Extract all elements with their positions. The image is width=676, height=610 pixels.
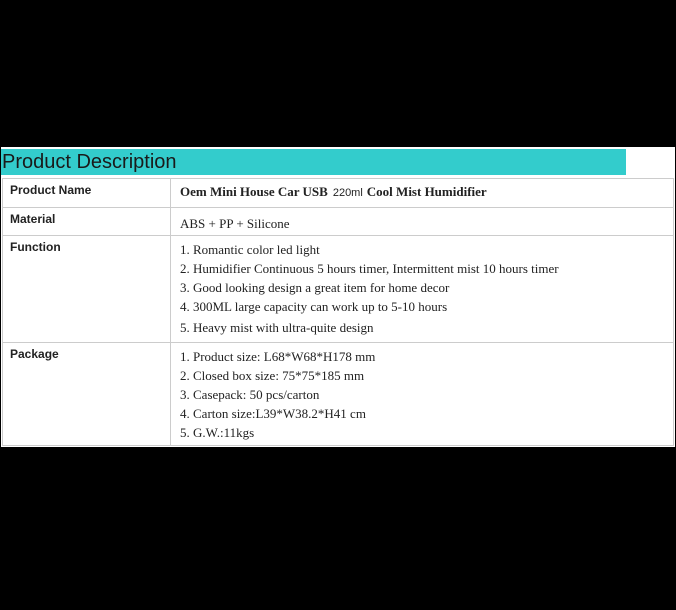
product-capacity: 220ml bbox=[332, 187, 363, 199]
function-item: 2. Humidifier Continuous 5 hours timer, … bbox=[180, 261, 559, 276]
table-row-product-name: Product Name Oem Mini House Car USB 220ml… bbox=[2, 178, 674, 208]
material-label: Material bbox=[2, 207, 171, 236]
table-row-material: Material ABS + PP + Silicone bbox=[2, 207, 674, 236]
product-description-panel: Product Description Product Name Oem Min… bbox=[1, 147, 675, 447]
function-item: 3. Good looking design a great item for … bbox=[180, 280, 450, 295]
section-title: Product Description bbox=[2, 151, 177, 173]
package-item: 3. Casepack: 50 pcs/carton bbox=[180, 387, 320, 402]
table-row-package: Package 1. Product size: L68*W68*H178 mm… bbox=[2, 342, 674, 446]
product-name-value: Oem Mini House Car USB 220ml Cool Mist Hum… bbox=[170, 178, 674, 208]
package-item: 5. G.W.:11kgs bbox=[180, 425, 255, 440]
product-name-part1: Oem Mini House Car USB bbox=[180, 184, 328, 199]
function-label: Function bbox=[2, 235, 171, 343]
function-value: 1. Romantic color led light 2. Humidifie… bbox=[170, 235, 674, 343]
function-item: 5. Heavy mist with ultra-quite design bbox=[180, 320, 374, 335]
material-text: ABS + PP + Silicone bbox=[180, 216, 290, 231]
package-label: Package bbox=[2, 342, 171, 446]
function-item: 1. Romantic color led light bbox=[180, 242, 320, 257]
product-name-label: Product Name bbox=[2, 178, 171, 208]
package-value: 1. Product size: L68*W68*H178 mm 2. Clos… bbox=[170, 342, 674, 446]
material-value: ABS + PP + Silicone bbox=[170, 207, 674, 236]
spec-table: Product Name Oem Mini House Car USB 220ml… bbox=[2, 178, 674, 446]
package-item: 4. Carton size:L39*W38.2*H41 cm bbox=[180, 406, 366, 421]
function-item: 4. 300ML large capacity can work up to 5… bbox=[180, 299, 448, 314]
package-item: 2. Closed box size: 75*75*185 mm bbox=[180, 368, 365, 383]
section-header-bar: Product Description bbox=[1, 149, 626, 175]
table-row-function: Function 1. Romantic color led light 2. … bbox=[2, 235, 674, 343]
package-item: 1. Product size: L68*W68*H178 mm bbox=[180, 349, 376, 364]
product-name-part2: Cool Mist Humidifier bbox=[366, 184, 487, 199]
